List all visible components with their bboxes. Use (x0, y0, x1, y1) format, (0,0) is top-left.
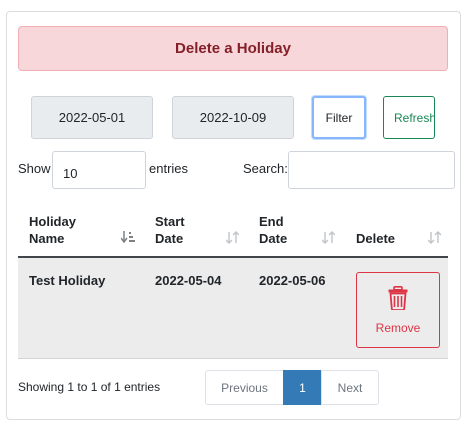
cell-holiday-name: Test Holiday (29, 273, 106, 288)
cell-start-date: 2022-05-04 (155, 273, 222, 288)
table-row-divider (18, 358, 448, 359)
column-header-delete[interactable]: Delete (356, 230, 395, 247)
page-title: Delete a Holiday (175, 40, 291, 57)
remove-label: Remove (375, 320, 421, 335)
column-header-holiday-name[interactable]: Holiday Name (29, 213, 76, 247)
column-header-start-date[interactable]: Start Date (155, 213, 185, 247)
refresh-button[interactable]: Refresh (383, 96, 435, 139)
show-label: Show (18, 161, 51, 176)
entries-per-page-input[interactable]: 10 (52, 151, 146, 189)
trash-icon (388, 285, 408, 313)
cell-end-date: 2022-05-06 (259, 273, 326, 288)
pagination-previous[interactable]: Previous (205, 370, 284, 405)
remove-button[interactable]: Remove (356, 272, 440, 348)
table-info: Showing 1 to 1 of 1 entries (18, 380, 161, 394)
sort-icon[interactable] (427, 231, 442, 247)
sort-alpha-down-icon[interactable] (120, 231, 135, 247)
pagination-page-1[interactable]: 1 (283, 370, 322, 405)
filter-button[interactable]: Filter (312, 96, 366, 139)
column-header-end-date[interactable]: End Date (259, 213, 287, 247)
date-from-field[interactable]: 2022-05-01 (31, 96, 153, 139)
sort-icon[interactable] (225, 231, 240, 247)
page-title-alert: Delete a Holiday (18, 26, 448, 71)
sort-icon[interactable] (321, 231, 336, 247)
search-label: Search: (243, 161, 288, 176)
date-to-field[interactable]: 2022-10-09 (172, 96, 294, 139)
entries-label: entries (149, 161, 189, 176)
pagination-next[interactable]: Next (321, 370, 379, 405)
search-input[interactable] (288, 151, 455, 189)
